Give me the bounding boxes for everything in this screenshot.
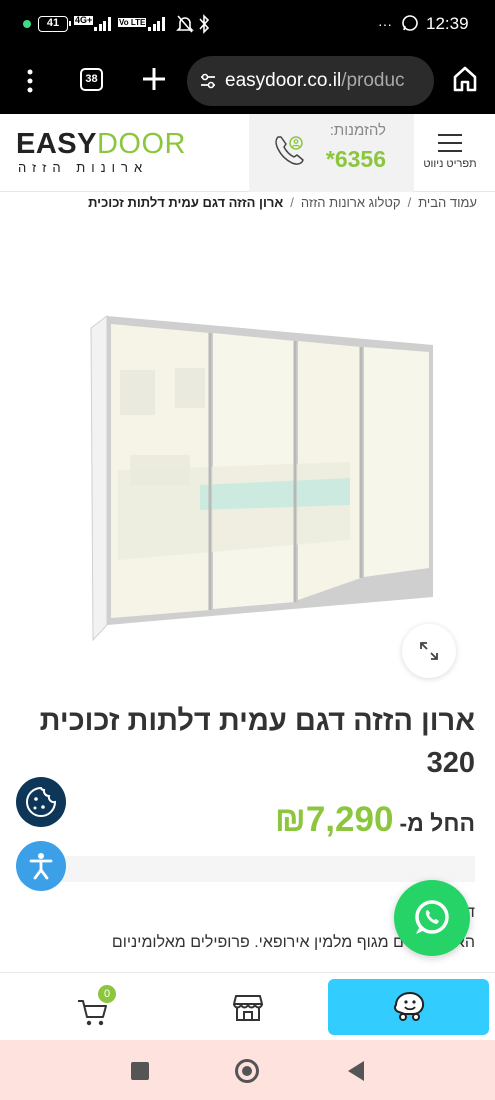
tabs-button[interactable]: 38 xyxy=(80,68,103,91)
bluetooth-icon xyxy=(198,14,210,40)
site-settings-icon[interactable] xyxy=(199,71,217,91)
menu-dots-icon[interactable] xyxy=(22,68,38,94)
bell-off-icon xyxy=(176,14,194,40)
home-icon[interactable] xyxy=(452,65,478,93)
signal-icon xyxy=(148,17,166,31)
breadcrumb-catalog[interactable]: קטלוג ארונות הזזה xyxy=(301,195,401,210)
network-type-indicator: 4G+ xyxy=(74,15,94,25)
cart-count-badge: 0 xyxy=(98,985,116,1003)
bottom-action-bar: 0 xyxy=(0,972,495,1039)
accessibility-icon xyxy=(29,853,53,880)
wardrobe-illustration xyxy=(90,315,433,642)
breadcrumb-home[interactable]: עמוד הבית xyxy=(418,195,477,210)
address-bar[interactable]: easydoor.co.il/produc xyxy=(187,56,434,106)
product-title: ארון הזזה דגם עמית דלתות זכוכית 320 xyxy=(39,705,475,779)
logo-tagline: ארונות הזזה xyxy=(18,160,149,175)
home-circle-icon[interactable] xyxy=(234,1058,260,1084)
cookie-icon xyxy=(26,786,57,817)
breadcrumb: עמוד הבית/קטלוג ארונות הזזה/ארון הזזה דג… xyxy=(88,195,477,210)
store-icon xyxy=(233,995,263,1021)
site-header: EASYDOOR ארונות הזזה להזמנות: *6356 תפרי… xyxy=(0,114,495,192)
waze-icon xyxy=(394,991,425,1021)
price-amount: ₪7,290 xyxy=(274,800,394,839)
clock: 12:39 xyxy=(426,14,469,33)
recording-dot-icon xyxy=(23,20,31,28)
status-bar: 41 4G+ Vo LTE ··· 12:39 xyxy=(0,0,495,50)
nav-menu-label[interactable]: תפריט ניווט xyxy=(420,158,480,170)
waze-navigation-button[interactable] xyxy=(328,979,489,1035)
accessibility-button[interactable] xyxy=(16,841,66,891)
order-label: להזמנות: xyxy=(329,122,386,139)
overflow-dots-icon: ··· xyxy=(378,16,392,32)
zoom-button[interactable] xyxy=(402,624,456,678)
product-image[interactable] xyxy=(0,290,495,650)
price-row: החל מ-₪7,290 xyxy=(275,800,475,840)
phone-icon xyxy=(271,132,309,170)
recents-icon[interactable] xyxy=(130,1061,150,1081)
breadcrumb-current: ארון הזזה דגם עמית דלתות זכוכית xyxy=(88,195,284,210)
whatsapp-notification-icon xyxy=(401,14,419,38)
battery-indicator: 41 xyxy=(38,16,71,32)
price-prefix: החל מ- xyxy=(399,810,475,836)
new-tab-button[interactable] xyxy=(140,62,168,96)
order-phone-number[interactable]: *6356 xyxy=(326,146,386,173)
cookie-settings-button[interactable] xyxy=(16,777,66,827)
browser-toolbar: 38 easydoor.co.il/produc xyxy=(0,50,495,114)
order-phone-box[interactable]: להזמנות: *6356 xyxy=(249,114,414,192)
back-icon[interactable] xyxy=(346,1060,366,1082)
hamburger-menu-icon[interactable] xyxy=(438,134,462,152)
info-strip xyxy=(20,856,475,882)
whatsapp-icon xyxy=(415,900,449,934)
store-button[interactable] xyxy=(220,987,276,1027)
signal-icon xyxy=(94,17,112,31)
volte-indicator: Vo LTE xyxy=(118,18,147,27)
site-logo[interactable]: EASYDOOR ארונות הזזה xyxy=(16,128,191,180)
whatsapp-chat-button[interactable] xyxy=(394,880,470,956)
expand-icon xyxy=(420,642,438,660)
cart-button[interactable]: 0 xyxy=(60,985,120,1029)
logo-wordmark: EASYDOOR xyxy=(16,128,186,160)
system-navigation-bar xyxy=(0,1040,495,1100)
url-text[interactable]: easydoor.co.il/produc xyxy=(225,70,405,92)
